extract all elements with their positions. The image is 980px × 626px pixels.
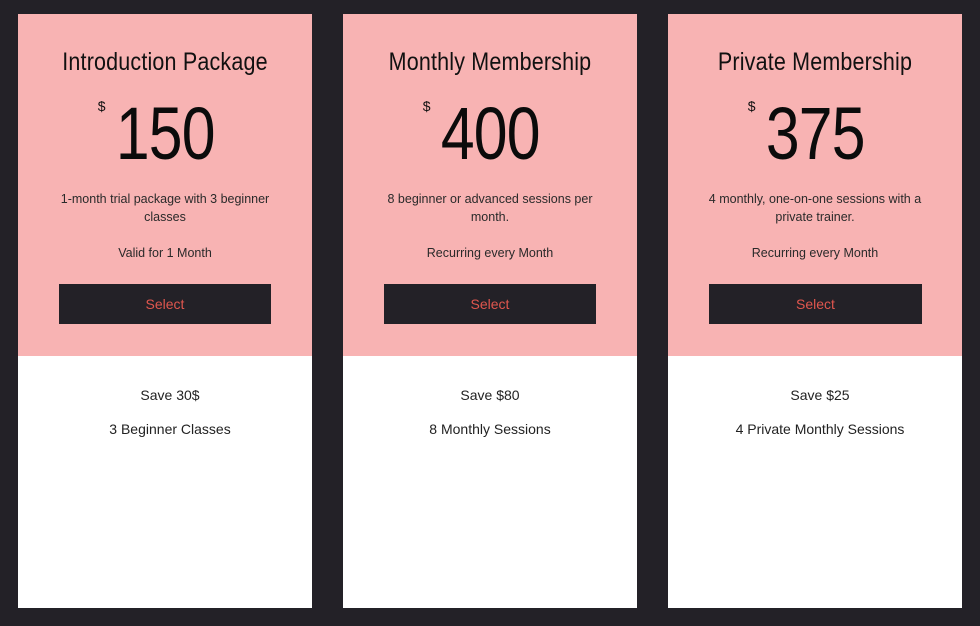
plan-perks: Save 30$ 3 Beginner Classes xyxy=(23,384,312,452)
plan-description: 4 monthly, one-on-one sessions with a pr… xyxy=(708,192,922,224)
plan-title: Introduction Package xyxy=(62,48,268,76)
perk-item: Save $25 xyxy=(790,387,850,403)
plan-card-monthly: Monthly Membership $ 400 8 beginner or a… xyxy=(343,14,637,608)
currency-symbol: $ xyxy=(97,98,106,114)
perk-item: 4 Private Monthly Sessions xyxy=(735,421,905,437)
perk-item: Save $80 xyxy=(460,387,520,403)
price-amount: 400 xyxy=(440,92,541,175)
plan-validity: Recurring every Month xyxy=(751,246,879,260)
plan-card-introduction: Introduction Package $ 150 1-month trial… xyxy=(18,14,312,608)
select-button[interactable]: Select xyxy=(384,284,596,324)
plan-validity: Valid for 1 Month xyxy=(118,246,212,260)
plan-validity: Recurring every Month xyxy=(426,246,554,260)
plan-perks: Save $80 8 Monthly Sessions xyxy=(343,384,637,452)
perk-item: Save 30$ xyxy=(140,387,200,403)
plan-description: 1-month trial package with 3 beginner cl… xyxy=(60,192,270,224)
pricing-plans: Introduction Package $ 150 1-month trial… xyxy=(0,0,980,626)
plan-title: Monthly Membership xyxy=(388,48,592,76)
plan-perks: Save $25 4 Private Monthly Sessions xyxy=(673,384,962,452)
currency-symbol: $ xyxy=(747,98,756,114)
plan-description: 8 beginner or advanced sessions per mont… xyxy=(387,192,593,224)
plan-price: $ 375 xyxy=(668,96,962,172)
plan-card-private: Private Membership $ 375 4 monthly, one-… xyxy=(668,14,962,608)
perk-item: 8 Monthly Sessions xyxy=(429,421,551,437)
currency-symbol: $ xyxy=(422,98,431,114)
price-amount: 375 xyxy=(765,92,866,175)
plan-price: $ 150 xyxy=(18,96,312,172)
plan-price: $ 400 xyxy=(343,96,637,172)
plan-title: Private Membership xyxy=(717,48,913,76)
price-amount: 150 xyxy=(115,92,216,175)
perk-item: 3 Beginner Classes xyxy=(109,421,231,437)
select-button[interactable]: Select xyxy=(709,284,922,324)
select-button[interactable]: Select xyxy=(59,284,271,324)
